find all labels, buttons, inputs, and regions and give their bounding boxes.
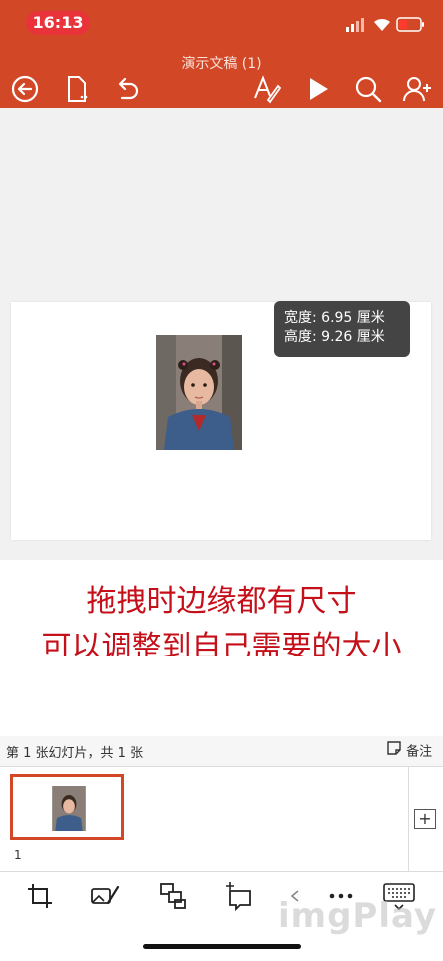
thumbnail-photo — [52, 786, 86, 831]
wifi-icon — [372, 16, 392, 32]
status-time: 16:13 — [26, 11, 90, 35]
picture-style-icon[interactable] — [90, 881, 120, 911]
watermark: imgPlay — [278, 896, 438, 936]
home-indicator[interactable] — [143, 944, 301, 949]
share-person-icon[interactable] — [402, 74, 432, 104]
size-tooltip: 宽度: 6.95 厘米 高度: 9.26 厘米 — [274, 301, 410, 357]
notes-icon — [386, 740, 402, 760]
caption-overlay: 拖拽时边缘都有尺寸 可以调整到自己需要的大小 — [0, 560, 443, 665]
notes-label: 备注 — [406, 744, 433, 760]
undo-icon[interactable] — [112, 74, 142, 104]
tooltip-width: 宽度: 6.95 厘米 — [284, 310, 385, 326]
signal-icon — [345, 17, 367, 32]
document-title: 演示文稿 (1) — [181, 56, 262, 72]
file-icon[interactable] — [62, 74, 92, 104]
back-icon[interactable] — [10, 74, 40, 104]
tooltip-height: 高度: 9.26 厘米 — [284, 329, 385, 345]
slide-count: 第 1 张幻灯片，共 1 张 — [6, 746, 144, 761]
play-icon[interactable] — [303, 74, 333, 104]
thumbnail-divider — [408, 767, 409, 871]
add-slide-button[interactable]: + — [414, 809, 436, 829]
canvas-bottom — [0, 656, 443, 736]
search-icon[interactable] — [353, 74, 383, 104]
new-comment-icon[interactable] — [224, 881, 254, 911]
caption-line-1: 拖拽时边缘都有尺寸 — [86, 584, 357, 619]
notes-button[interactable]: 备注 — [386, 740, 432, 760]
format-text-icon[interactable] — [252, 74, 282, 104]
thumbnail-number: 1 — [14, 848, 22, 862]
arrange-icon[interactable] — [158, 881, 188, 911]
crop-icon[interactable] — [25, 881, 55, 911]
child-photo[interactable] — [156, 335, 242, 450]
battery-icon — [396, 17, 426, 32]
